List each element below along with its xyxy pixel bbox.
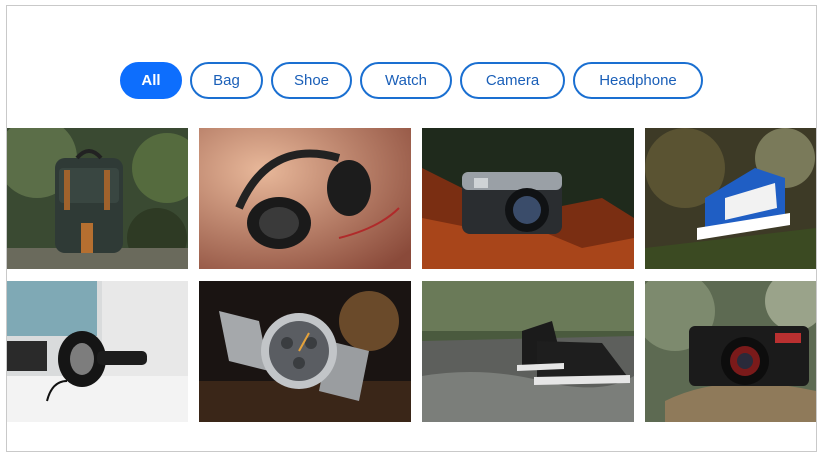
- gallery-item-camera[interactable]: [422, 128, 634, 269]
- sneaker-photo-icon: [645, 128, 816, 269]
- filter-headphone-button[interactable]: Headphone: [573, 62, 703, 99]
- camera-photo-icon: [422, 128, 634, 269]
- gallery-frame: All Bag Shoe Watch Camera Headphone: [6, 5, 817, 452]
- filter-watch-button[interactable]: Watch: [360, 62, 452, 99]
- shoe-rocks-photo-icon: [422, 281, 634, 422]
- headphone-photo-icon: [199, 128, 411, 269]
- backpack-photo-icon: [7, 128, 188, 269]
- watch-photo-icon: [199, 281, 411, 422]
- filter-shoe-button[interactable]: Shoe: [271, 62, 352, 99]
- gallery-item-sneaker[interactable]: [645, 128, 816, 269]
- camera-vintage-photo-icon: [645, 281, 816, 422]
- filter-bag-button[interactable]: Bag: [190, 62, 263, 99]
- gallery-item-headphone[interactable]: [199, 128, 411, 269]
- filter-bar: All Bag Shoe Watch Camera Headphone: [7, 62, 816, 99]
- gallery-item-headphone-desk[interactable]: [7, 281, 188, 422]
- gallery-item-backpack[interactable]: [7, 128, 188, 269]
- gallery-item-shoe-rocks[interactable]: [422, 281, 634, 422]
- headphone-desk-photo-icon: [7, 281, 188, 422]
- gallery-item-watch[interactable]: [199, 281, 411, 422]
- gallery-item-camera-vintage[interactable]: [645, 281, 816, 422]
- filter-camera-button[interactable]: Camera: [460, 62, 565, 99]
- filter-all-button[interactable]: All: [120, 62, 182, 99]
